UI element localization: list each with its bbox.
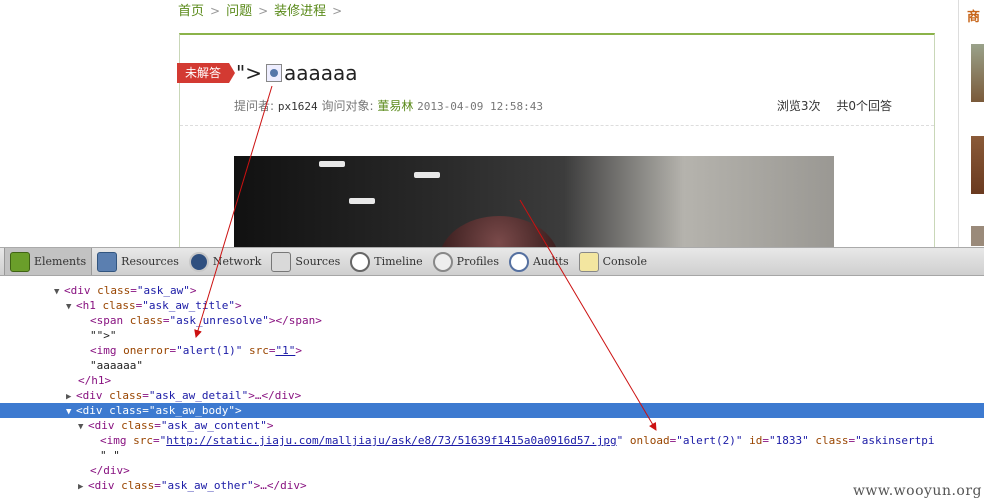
sidebar: 商 — [958, 0, 984, 247]
dom-node[interactable]: </h1> — [0, 373, 984, 388]
question-photo — [234, 156, 834, 247]
sources-icon — [271, 251, 292, 272]
sidebar-thumbnail[interactable] — [971, 136, 984, 194]
tab-resources[interactable]: Resources — [92, 248, 184, 275]
profiles-icon — [432, 251, 453, 272]
broken-image-icon — [265, 64, 282, 82]
sidebar-thumbnail[interactable] — [971, 226, 984, 246]
tab-audits[interactable]: Audits — [504, 248, 574, 275]
console-icon — [578, 251, 599, 272]
dom-node-img-onerror[interactable]: <img onerror="alert(1)" src="1"> — [0, 343, 984, 358]
tab-label: Profiles — [456, 255, 499, 268]
breadcrumb: 首页 > 问题 > 装修进程 > — [178, 0, 348, 19]
audits-icon — [508, 251, 529, 272]
dom-node-selected[interactable]: ▼ <div class="ask_aw_body"> — [0, 403, 984, 418]
tab-label: Network — [212, 255, 262, 268]
tab-label: Sources — [295, 255, 341, 268]
sidebar-thumbnail[interactable] — [971, 44, 984, 102]
dom-node[interactable]: ▶ <div class="ask_aw_other">…</div> — [0, 478, 984, 493]
tab-label: Timeline — [374, 255, 423, 268]
tab-sources[interactable]: Sources — [266, 248, 345, 275]
dom-text-node[interactable]: " " — [0, 448, 984, 463]
tab-label: Audits — [532, 255, 569, 268]
dom-node-img-onload[interactable]: <img src="http://static.jiaju.com/mallji… — [0, 433, 984, 448]
breadcrumb-separator: > — [332, 4, 343, 18]
title-prefix: "> — [236, 61, 262, 85]
title-text: aaaaaa — [283, 61, 358, 85]
tab-timeline[interactable]: Timeline — [345, 248, 427, 275]
tab-console[interactable]: Console — [574, 248, 652, 275]
tab-elements[interactable]: Elements — [4, 248, 93, 275]
ceiling-light — [319, 161, 345, 167]
breadcrumb-renovation[interactable]: 装修进程 — [274, 4, 326, 19]
watermark: www.wooyun.org — [852, 483, 982, 499]
answer-count: 共0个回答 — [836, 99, 892, 113]
question-meta: 提问者: px1624 询问对象: 董易林 2013-04-09 12:58:4… — [234, 97, 543, 114]
expert-label: 询问对象: — [321, 99, 374, 113]
person-head — [439, 216, 559, 247]
breadcrumb-home[interactable]: 首页 — [178, 4, 204, 19]
asker-label: 提问者: — [234, 99, 275, 113]
resources-icon — [97, 251, 118, 272]
asker-name[interactable]: px1624 — [278, 100, 318, 113]
dom-node[interactable]: ▼ <div class="ask_aw_content"> — [0, 418, 984, 433]
question-datetime: 2013-04-09 12:58:43 — [417, 100, 544, 113]
tab-label: Console — [602, 255, 648, 268]
ceiling-light — [414, 172, 440, 178]
question-box: 未解答 "> aaaaaa 提问者: px1624 询问对象: 董易林 2013… — [177, 33, 935, 247]
ceiling-light — [349, 198, 375, 204]
network-icon — [188, 251, 209, 272]
question-title: "> aaaaaa — [236, 61, 358, 85]
sidebar-title: 商 — [967, 10, 981, 25]
divider — [180, 125, 934, 126]
tab-network[interactable]: Network — [184, 248, 267, 275]
dom-node[interactable]: ▼ <h1 class="ask_aw_title"> — [0, 298, 984, 313]
tab-label: Resources — [121, 255, 179, 268]
expert-name[interactable]: 董易林 — [377, 99, 413, 113]
status-badge: 未解答 — [177, 63, 236, 83]
breadcrumb-questions[interactable]: 问题 — [226, 4, 252, 19]
question-stats: 浏览3次 共0个回答 — [777, 97, 892, 114]
web-page: 首页 > 问题 > 装修进程 > 未解答 "> aaaaaa 提问者: px1624 询问… — [0, 0, 984, 247]
expand-triangle-icon[interactable]: ▶ — [78, 480, 88, 495]
timeline-icon — [350, 251, 371, 272]
dom-node[interactable]: </div> — [0, 463, 984, 478]
devtools-toolbar: Elements Resources Network Sources Timel… — [0, 247, 984, 276]
breadcrumb-separator: > — [258, 4, 269, 18]
breadcrumb-separator: > — [210, 4, 221, 18]
dom-node[interactable]: ▶ <div class="ask_aw_detail">…</div> — [0, 388, 984, 403]
dom-text-node[interactable]: "aaaaaa" — [0, 358, 984, 373]
devtools-panel: Elements Resources Network Sources Timel… — [0, 247, 984, 501]
dom-tree[interactable]: ▼ <div class="ask_aw"> ▼ <h1 class="ask_aw… — [0, 276, 984, 501]
dom-text-node[interactable]: "">" — [0, 328, 984, 343]
elements-icon — [10, 251, 30, 272]
dom-node[interactable]: ▼ <div class="ask_aw"> — [0, 283, 984, 298]
tab-label: Elements — [34, 255, 87, 268]
tab-profiles[interactable]: Profiles — [428, 248, 504, 275]
dom-node[interactable]: <span class="ask_unresolve"></span> — [0, 313, 984, 328]
view-count: 浏览3次 — [776, 99, 821, 113]
image-url-link[interactable]: http://static.jiaju.com/malljiaju/ask/e8… — [166, 434, 616, 447]
